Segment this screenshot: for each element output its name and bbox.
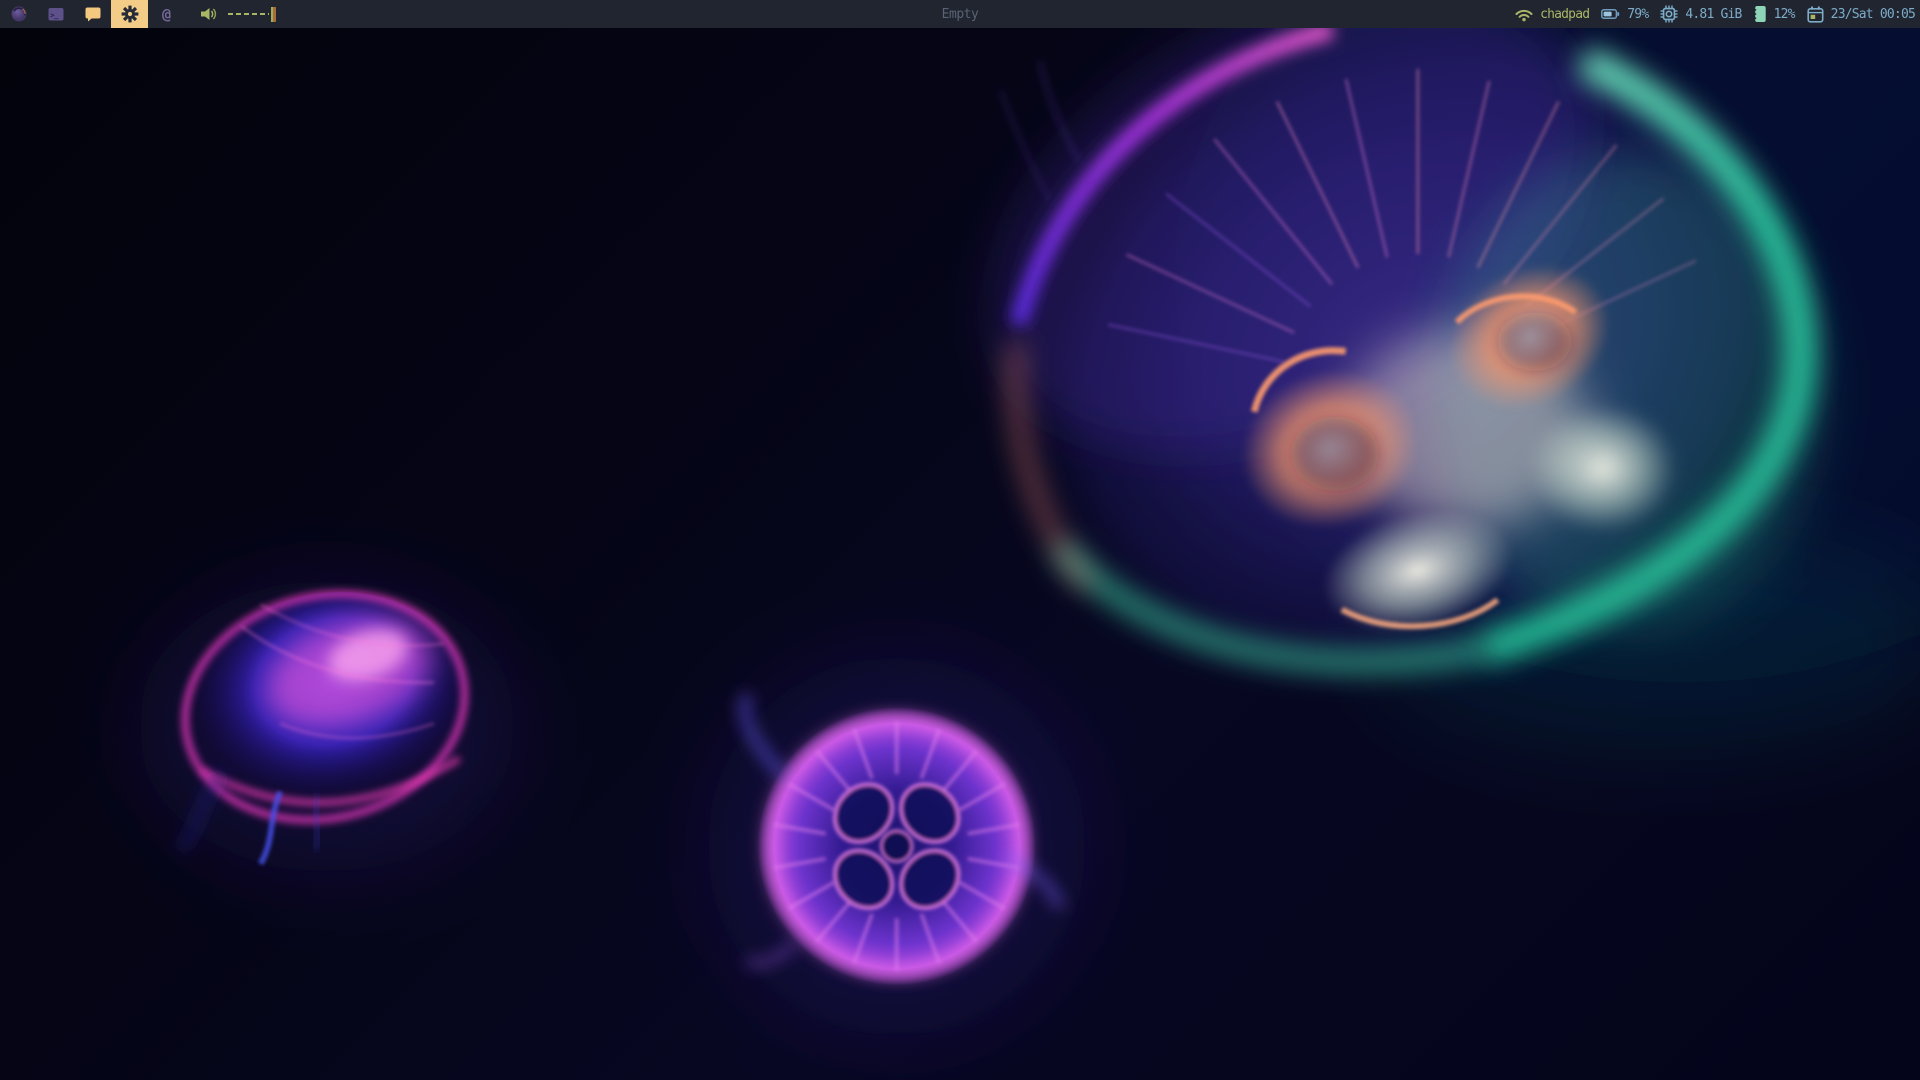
- battery-percent: 79%: [1627, 7, 1648, 22]
- chat-icon: [84, 5, 102, 23]
- volume-slider-cursor[interactable]: [271, 7, 276, 22]
- clock-module: 23/Sat 00:05: [1807, 6, 1915, 23]
- status-area: chadpad 79%: [1515, 5, 1920, 23]
- wallpaper-jellyfish-scene: [0, 28, 1920, 1080]
- workspace-switcher: >_: [0, 0, 185, 28]
- desktop: >_: [0, 0, 1920, 1080]
- cpu-icon: [1660, 5, 1678, 23]
- clock-text: 23/Sat 00:05: [1831, 7, 1915, 22]
- workspace-social[interactable]: @: [148, 0, 185, 28]
- network-ssid: chadpad: [1540, 7, 1589, 22]
- volume-slider-track: [228, 13, 269, 15]
- memory-used: 4.81 GiB: [1685, 7, 1741, 22]
- ram-icon: [1754, 5, 1767, 23]
- speaker-icon: [199, 6, 219, 22]
- memory-module: 4.81 GiB: [1660, 5, 1741, 23]
- workspace-settings[interactable]: [111, 0, 148, 28]
- battery-module: 79%: [1601, 7, 1648, 22]
- volume-slider[interactable]: [228, 0, 272, 28]
- workspace-chat[interactable]: [74, 0, 111, 28]
- calendar-icon: [1807, 6, 1824, 23]
- terminal-icon: >_: [47, 6, 65, 23]
- workspace-browser[interactable]: [0, 0, 37, 28]
- workspace-terminal[interactable]: >_: [37, 0, 74, 28]
- jellyfish-round: [707, 656, 1087, 1036]
- ram-percent: 12%: [1774, 7, 1795, 22]
- firefox-icon: [10, 5, 28, 23]
- top-bar: >_: [0, 0, 1920, 28]
- jellyfish-left: [137, 563, 517, 873]
- wallpaper: [0, 28, 1920, 1080]
- terminal-prompt-glyph: >_: [50, 11, 59, 19]
- battery-icon: [1601, 8, 1620, 20]
- ram-module: 12%: [1754, 5, 1795, 23]
- volume-widget[interactable]: [199, 0, 272, 28]
- network-module: chadpad: [1515, 7, 1589, 22]
- gear-icon: [120, 4, 140, 24]
- at-icon: @: [162, 5, 171, 23]
- wifi-icon: [1515, 7, 1533, 22]
